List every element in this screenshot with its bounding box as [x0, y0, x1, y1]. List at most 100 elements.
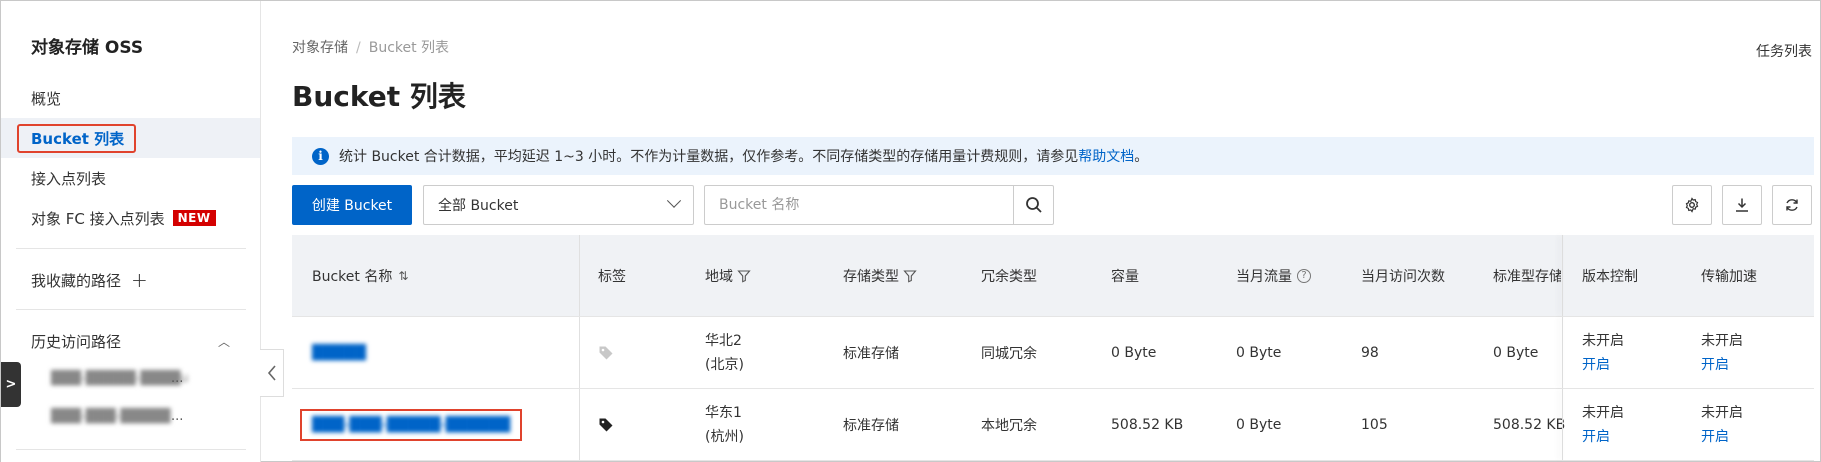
table-row: █████ 华北2 (北京) 标准存储 同城冗余 0 Byte 0 Byte 9… [292, 317, 1814, 389]
acceleration-status: 未开启 [1701, 332, 1743, 349]
info-icon: i [312, 147, 329, 165]
capacity-cell: 0 Byte [1111, 344, 1157, 361]
header-name[interactable]: Bucket 名称 ⇅ [312, 235, 408, 316]
sidebar-favorites[interactable]: 我收藏的路径 + [1, 260, 260, 300]
region-city: (北京) [705, 356, 744, 373]
sidebar-history-header[interactable]: 历史访问路径 ︿ [1, 321, 260, 361]
traffic-cell: 0 Byte [1236, 416, 1282, 433]
versioning-status: 未开启 [1582, 404, 1624, 421]
chevron-right-icon: > [5, 377, 17, 392]
capacity-cell: 508.52 KB [1111, 416, 1184, 433]
filter-icon[interactable] [903, 269, 917, 283]
chevron-up-icon[interactable]: ︿ [218, 333, 230, 350]
header-acceleration: 传输加速 [1701, 268, 1757, 285]
sidebar-item-overview[interactable]: 概览 [1, 78, 260, 118]
history-item[interactable]: ███-███-█████ ... [1, 409, 260, 433]
sticky-column-divider [1562, 235, 1563, 316]
breadcrumb: 对象存储 / Bucket 列表 [292, 37, 449, 57]
region-city: (杭州) [705, 428, 744, 445]
notice-text: 统计 Bucket 合计数据，平均延迟 1~3 小时。不作为计量数据，仅作参考。… [339, 149, 1079, 165]
filter-icon[interactable] [737, 269, 751, 283]
gear-icon [1685, 197, 1699, 213]
bucket-search [704, 185, 1054, 225]
task-list-link[interactable]: 任务列表 [1756, 41, 1812, 61]
chevron-down-icon [666, 193, 682, 208]
acceleration-cell: 未开启 开启 [1701, 317, 1743, 388]
header-label: 当月流量 [1236, 268, 1292, 285]
expand-panel-tab[interactable]: > [1, 362, 21, 407]
enable-acceleration-link[interactable]: 开启 [1701, 425, 1729, 449]
storage-class-cell: 标准存储 [843, 417, 899, 434]
sort-icon[interactable]: ⇅ [398, 269, 408, 283]
sidebar: 对象存储 OSS 概览 Bucket 列表 接入点列表 对象 FC 接入点列表 … [1, 1, 261, 462]
download-icon [1736, 198, 1748, 212]
visits-cell: 98 [1361, 344, 1379, 361]
standard-storage-cell: 508.52 KB [1493, 416, 1566, 433]
search-icon [1025, 197, 1042, 213]
header-region[interactable]: 地域 [705, 235, 751, 316]
notice-end: 。 [1134, 149, 1149, 165]
bucket-name-link[interactable]: ███-███-█████-██████ [300, 389, 523, 460]
bucket-search-input[interactable] [705, 186, 1013, 224]
sidebar-item-label: Bucket 列表 [17, 123, 137, 153]
redundancy-cell: 本地冗余 [981, 417, 1037, 434]
enable-versioning-link[interactable]: 开启 [1582, 353, 1610, 377]
sidebar-item-fc-access-points[interactable]: 对象 FC 接入点列表 NEW [1, 198, 260, 238]
refresh-icon [1786, 199, 1798, 211]
history-item[interactable]: ███-█████-████u ... [1, 371, 260, 395]
enable-acceleration-link[interactable]: 开启 [1701, 353, 1729, 377]
create-bucket-button[interactable]: 创建 Bucket [292, 185, 412, 225]
header-standard-storage: 标准型存储 [1493, 268, 1561, 285]
highlight-box: ███-███-█████-██████ [300, 408, 523, 441]
sticky-column-divider [1562, 389, 1563, 460]
versioning-cell: 未开启 开启 [1582, 389, 1624, 460]
region-name: 华北2 [705, 332, 742, 349]
acceleration-status: 未开启 [1701, 404, 1743, 421]
header-label: 地域 [705, 268, 733, 285]
sidebar-divider [16, 449, 246, 450]
bucket-table: Bucket 名称 ⇅ 标签 地域 存储类型 冗余类型 容量 当月流量 ? 当月… [292, 235, 1814, 461]
header-tag: 标签 [598, 268, 626, 285]
settings-button[interactable] [1672, 185, 1712, 225]
header-storage-class[interactable]: 存储类型 [843, 235, 917, 316]
help-icon[interactable]: ? [1297, 268, 1311, 283]
download-button[interactable] [1722, 185, 1762, 225]
breadcrumb-root[interactable]: 对象存储 [292, 40, 348, 56]
region-name: 华东1 [705, 404, 742, 421]
header-traffic: 当月流量 ? [1236, 235, 1311, 316]
column-divider [579, 317, 580, 388]
bucket-name: █████ [312, 344, 366, 361]
standard-storage-cell: 0 Byte [1493, 344, 1539, 361]
visits-cell: 105 [1361, 416, 1388, 433]
bucket-filter-select[interactable]: 全部 Bucket [423, 185, 694, 225]
info-notice: i 统计 Bucket 合计数据，平均延迟 1~3 小时。不作为计量数据，仅作参… [292, 137, 1814, 175]
history-item-label: ███-███-█████ [51, 409, 171, 424]
collapse-sidebar-button[interactable] [260, 349, 284, 397]
header-label: 存储类型 [843, 268, 899, 285]
bucket-filter-value: 全部 Bucket [438, 198, 519, 214]
refresh-button[interactable] [1772, 185, 1812, 225]
chevron-left-icon [267, 365, 276, 381]
breadcrumb-current: Bucket 列表 [368, 40, 450, 56]
storage-class-cell: 标准存储 [843, 345, 899, 362]
column-divider [579, 235, 580, 316]
enable-versioning-link[interactable]: 开启 [1582, 425, 1610, 449]
favorites-label: 我收藏的路径 [31, 271, 122, 290]
search-button[interactable] [1013, 186, 1053, 224]
traffic-cell: 0 Byte [1236, 344, 1282, 361]
help-doc-link[interactable]: 帮助文档 [1078, 146, 1134, 166]
plus-icon[interactable]: + [131, 268, 148, 292]
sidebar-item-bucket-list[interactable]: Bucket 列表 [1, 118, 260, 158]
tag-cell[interactable] [598, 317, 614, 388]
sidebar-item-access-points[interactable]: 接入点列表 [1, 158, 260, 198]
sticky-column-divider [1562, 317, 1563, 388]
tag-cell[interactable] [598, 389, 614, 460]
bucket-name-link[interactable]: █████ [312, 317, 366, 388]
sidebar-divider [16, 248, 246, 249]
breadcrumb-separator: / [356, 40, 361, 56]
header-label: Bucket 名称 [312, 268, 393, 285]
sidebar-divider [16, 309, 246, 310]
header-capacity: 容量 [1111, 268, 1139, 285]
tag-icon [599, 418, 613, 431]
history-item-ellipsis: ... [171, 371, 184, 386]
